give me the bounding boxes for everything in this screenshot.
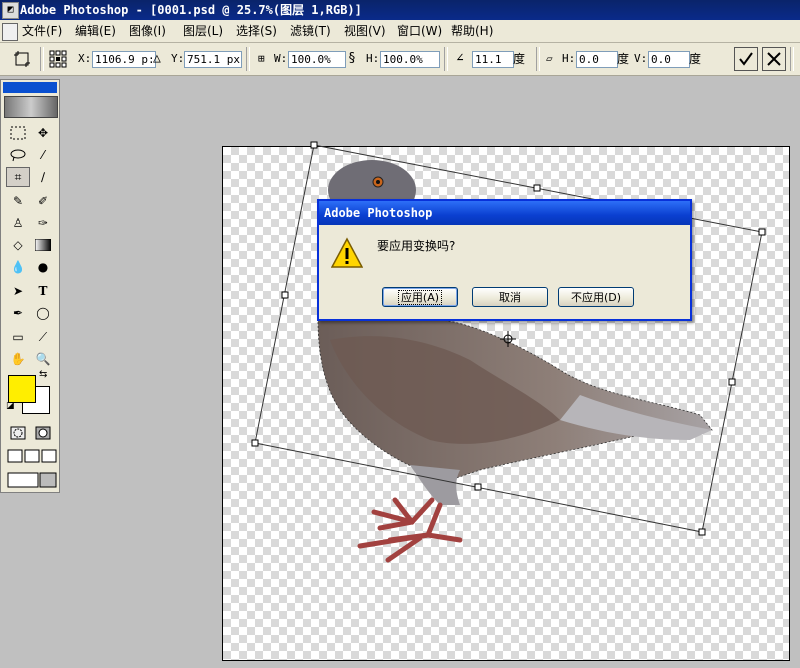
close-icon <box>767 52 781 66</box>
separator <box>40 47 44 71</box>
default-colors-icon[interactable]: ◪ <box>6 401 15 411</box>
warning-icon <box>331 237 363 268</box>
notes-tool-icon[interactable]: ▭ <box>6 327 30 347</box>
width-icon: ⊞ <box>258 52 265 65</box>
photoshop-logo[interactable] <box>4 96 58 118</box>
clone-stamp-icon[interactable]: ♙ <box>6 213 30 233</box>
commit-transform-button[interactable] <box>734 47 758 71</box>
delta-icon[interactable]: △ <box>153 50 161 68</box>
gradient-tool-icon[interactable] <box>31 235 55 255</box>
jump-to-imageready-icon[interactable] <box>4 470 60 490</box>
h-label: H: <box>366 52 380 65</box>
height-scale-field[interactable]: 100.0% <box>380 51 440 68</box>
slice-tool-icon[interactable]: ∕ <box>31 167 55 187</box>
title-bar: ◩ Adobe Photoshop - [0001.psd @ 25.7%(图层… <box>0 0 800 20</box>
rotate-angle-icon: ∠ <box>456 51 464 66</box>
y-position-field[interactable]: 751.1 px <box>184 51 242 68</box>
menu-select[interactable]: 选择(S) <box>236 23 277 39</box>
path-selection-icon[interactable]: ➤ <box>6 281 30 301</box>
v-skew-unit: 度 <box>689 52 702 66</box>
hand-tool-icon[interactable]: ✋ <box>6 349 30 369</box>
brush-tool-icon[interactable]: ✐ <box>31 191 55 211</box>
menu-filter[interactable]: 滤镜(T) <box>290 23 331 39</box>
separator <box>246 47 250 71</box>
photoshop-app-icon[interactable]: ◩ <box>2 2 19 19</box>
link-proportions-icon[interactable]: § <box>348 50 356 68</box>
menu-image[interactable]: 图像(I) <box>129 23 166 39</box>
reference-point-icon[interactable] <box>48 49 68 69</box>
zoom-tool-icon[interactable]: 🔍 <box>31 349 55 369</box>
skew-icon: ▱ <box>546 52 553 65</box>
menu-edit[interactable]: 编辑(E) <box>75 23 116 39</box>
menu-help[interactable]: 帮助(H) <box>451 23 493 39</box>
w-label: W: <box>274 52 288 65</box>
y-label: Y: <box>171 52 185 65</box>
separator <box>536 47 540 71</box>
width-scale-field[interactable]: 100.0% <box>288 51 346 68</box>
options-bar: X: 1106.9 p: △ Y: 751.1 px ⊞ W: 100.0% §… <box>0 43 800 76</box>
cancel-button[interactable]: 取消 <box>472 287 548 307</box>
foreground-color-swatch-top[interactable] <box>8 375 36 403</box>
ellipse-shape-icon[interactable]: ◯ <box>31 303 55 323</box>
separator <box>790 47 794 71</box>
dialog-title[interactable]: Adobe Photoshop <box>319 201 690 225</box>
healing-brush-icon[interactable]: ✎ <box>6 191 30 211</box>
lasso-tool-icon[interactable] <box>6 145 30 165</box>
crop-tool-icon[interactable]: ⌗ <box>6 167 30 187</box>
blur-tool-icon[interactable]: 💧 <box>6 257 30 277</box>
transform-tool-icon[interactable] <box>12 49 32 69</box>
menu-file[interactable]: 文件(F) <box>22 23 62 39</box>
apply-transform-dialog: Adobe Photoshop 要应用变换吗? 应用(A) 取消 不应用(D) <box>317 199 692 321</box>
eraser-tool-icon[interactable]: ◇ <box>6 235 30 255</box>
apply-button-label: 应用(A) <box>397 290 443 305</box>
v-skew-field[interactable]: 0.0 <box>648 51 690 68</box>
eyedropper-icon[interactable]: ⟋ <box>31 327 55 347</box>
h-skew-label: H: <box>562 52 576 65</box>
h-skew-unit: 度 <box>617 52 630 66</box>
toolbox: ✥ ⁄ ⌗ ∕ ✎ ✐ ♙ ✑ ◇ 💧 ● ➤ T ✒ ◯ ▭ ⟋ ✋ 🔍 ⇆ … <box>0 79 60 493</box>
separator <box>444 47 448 71</box>
dont-apply-button[interactable]: 不应用(D) <box>558 287 634 307</box>
rotate-angle-field[interactable]: 11.1 <box>472 51 514 68</box>
toolbox-title[interactable] <box>3 82 57 93</box>
menu-view[interactable]: 视图(V) <box>344 23 386 39</box>
magic-wand-icon[interactable]: ⁄ <box>31 145 55 165</box>
type-tool-icon[interactable]: T <box>31 281 55 301</box>
standard-mode-icon[interactable] <box>6 423 30 443</box>
swap-colors-icon[interactable]: ⇆ <box>39 369 47 380</box>
menu-layer[interactable]: 图层(L) <box>183 23 223 39</box>
menu-window[interactable]: 窗口(W) <box>397 23 442 39</box>
dodge-tool-icon[interactable]: ● <box>31 257 55 277</box>
cancel-transform-button[interactable] <box>762 47 786 71</box>
h-skew-field[interactable]: 0.0 <box>576 51 618 68</box>
quick-mask-icon[interactable] <box>31 423 55 443</box>
x-position-field[interactable]: 1106.9 p: <box>92 51 156 68</box>
v-skew-label: V: <box>634 52 648 65</box>
move-tool-icon[interactable]: ✥ <box>31 123 55 143</box>
menu-bar: 文件(F) 编辑(E) 图像(I) 图层(L) 选择(S) 滤镜(T) 视图(V… <box>0 20 800 43</box>
apply-button[interactable]: 应用(A) <box>382 287 458 307</box>
cancel-button-label: 取消 <box>499 291 521 304</box>
window-title: Adobe Photoshop - [0001.psd @ 25.7%(图层 1… <box>20 3 362 17</box>
checkmark-icon <box>739 52 753 66</box>
x-label: X: <box>78 52 92 65</box>
dont-apply-button-label: 不应用(D) <box>570 291 622 304</box>
document-icon[interactable] <box>2 23 18 41</box>
marquee-tool-icon[interactable] <box>6 123 30 143</box>
pen-tool-icon[interactable]: ✒ <box>6 303 30 323</box>
dialog-message: 要应用变换吗? <box>377 239 456 253</box>
screen-mode-icons[interactable] <box>4 446 60 466</box>
history-brush-icon[interactable]: ✑ <box>31 213 55 233</box>
angle-unit: 度 <box>513 52 526 66</box>
